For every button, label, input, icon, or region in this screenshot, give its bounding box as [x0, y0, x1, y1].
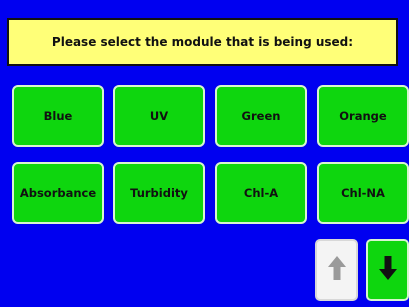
module-label: Absorbance — [19, 186, 97, 200]
prompt-banner: Please select the module that is being u… — [7, 18, 398, 66]
module-turbidity-button[interactable]: Turbidity — [113, 162, 205, 224]
module-green-button[interactable]: Green — [215, 85, 307, 147]
module-chl-na-button[interactable]: Chl-NA — [317, 162, 409, 224]
scroll-up-button[interactable] — [315, 239, 358, 301]
module-uv-button[interactable]: UV — [113, 85, 205, 147]
module-label: Chl-A — [243, 186, 279, 200]
module-absorbance-button[interactable]: Absorbance — [12, 162, 104, 224]
module-label: Orange — [339, 109, 387, 123]
module-label: Blue — [43, 109, 73, 123]
module-label: Chl-NA — [341, 186, 385, 200]
prompt-text: Please select the module that is being u… — [51, 35, 354, 49]
arrow-up-icon — [327, 255, 347, 285]
module-blue-button[interactable]: Blue — [12, 85, 104, 147]
module-chl-a-button[interactable]: Chl-A — [215, 162, 307, 224]
module-label: Green — [241, 109, 281, 123]
module-label: UV — [149, 109, 169, 123]
scroll-down-button[interactable] — [366, 239, 409, 301]
module-label: Turbidity — [130, 186, 188, 200]
arrow-down-icon — [378, 255, 398, 285]
module-orange-button[interactable]: Orange — [317, 85, 409, 147]
